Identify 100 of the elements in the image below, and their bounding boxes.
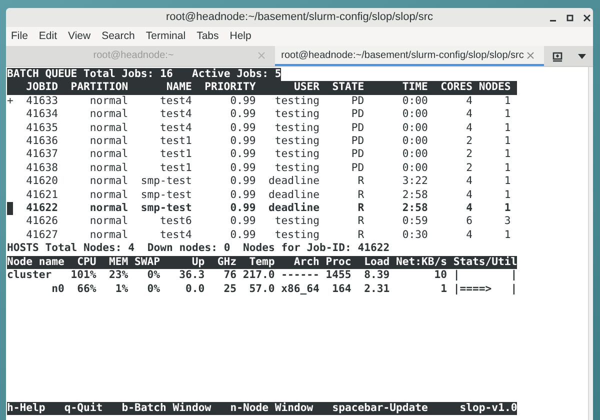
table-cell-text: 1 (503, 175, 511, 189)
table-cell-text: testing (274, 135, 320, 148)
table-cell-text: normal (88, 188, 128, 202)
column-header: JOBID (25, 81, 58, 95)
menu-item[interactable]: Tabs (192, 28, 223, 44)
tab-label: root@headnode:~/basement/slurm-config/slop/slop/src (281, 48, 524, 62)
column-header: SWAP (134, 256, 160, 270)
table-cell-text: normal (88, 175, 128, 189)
table-cell-text: 0:00 (401, 94, 428, 108)
column-header: CORES (440, 81, 473, 95)
table-cell-text: 8.39 (363, 269, 390, 282)
table-cell-text: 0.99 (229, 162, 256, 176)
table-cell-text: 0.99 (229, 215, 256, 229)
table-cell-text: 1 (503, 202, 511, 216)
table-cell-text: 0:00 (401, 135, 428, 148)
table-cell-text: smp-test (140, 202, 192, 216)
tab[interactable]: root@headnode:~/basement/slurm-config/slop/slop/src (275, 46, 544, 66)
table-cell-text: 2 (465, 135, 473, 148)
table-cell-text: 41634 (25, 108, 58, 122)
table-cell-text: 41633 (25, 94, 58, 108)
tab-label: root@headnode:~ (93, 48, 174, 62)
table-cell-text: n0 (50, 282, 64, 296)
table-cell-text: 10 (433, 269, 447, 282)
table-cell-text: 4 (465, 94, 473, 108)
table-cell-text: 1 (503, 94, 511, 108)
table-cell-text: 0.99 (229, 228, 256, 242)
table-cell-text: | | (452, 269, 518, 282)
table-cell-text: 41635 (25, 122, 58, 136)
column-header: Net:KB/s (394, 256, 447, 270)
menu-item[interactable]: Help (226, 28, 256, 44)
table-cell-text: 0.0 (184, 282, 205, 296)
table-cell-text: deadline (267, 175, 320, 189)
table-cell-text: 0.99 (229, 188, 256, 202)
table-cell-text: 1 (503, 228, 511, 242)
table-cell-text: 0:00 (401, 162, 428, 176)
table-cell-text: 1 (503, 135, 511, 148)
close-icon[interactable] (583, 14, 591, 22)
table-cell-text: 41637 (25, 148, 58, 162)
table-cell-text: deadline (267, 202, 320, 216)
table-cell-text: 2 (465, 162, 473, 176)
table-cell-text: 23% (108, 269, 128, 282)
table-cell-text: PD (350, 162, 364, 176)
table-cell-text: 66% (76, 282, 96, 296)
menu-item[interactable]: Search (98, 28, 139, 44)
table-cell-text: 4 (465, 188, 473, 202)
table-cell-text: testing (274, 228, 320, 242)
table-cell-text: test6 (159, 215, 192, 229)
table-cell-text: test4 (159, 108, 192, 122)
table-cell-text: normal (88, 122, 128, 136)
column-header: NAME (165, 81, 192, 95)
table-cell-text: deadline (267, 188, 320, 202)
column-header: TIME (401, 81, 428, 95)
table-cell-text: 1 (503, 108, 511, 122)
column-header: GHz (216, 256, 237, 270)
key-hint: n-Node Window (230, 402, 314, 415)
scrollbar[interactable] (588, 67, 593, 420)
menu-item[interactable]: Terminal (142, 28, 190, 44)
table-cell-text: 0.99 (229, 135, 256, 148)
table-cell-text: 0% (146, 282, 160, 296)
table-cell-text: normal (88, 162, 128, 176)
table-cell-text: test4 (159, 122, 192, 136)
table-cell-text: 4 (465, 175, 473, 189)
table-cell-text: normal (88, 215, 128, 229)
table-cell-text: testing (274, 148, 320, 162)
table-cell-text: 0.99 (229, 108, 256, 122)
close-tab-icon[interactable] (527, 52, 534, 59)
maximize-icon[interactable] (566, 14, 574, 22)
table-cell-text: 36.3 (178, 269, 205, 282)
cursor-block (7, 202, 14, 216)
table-cell-text: 1 (503, 188, 511, 202)
key-hint: b-Batch Window (122, 402, 212, 415)
table-cell-text: 6 (465, 215, 473, 229)
table-cell-text: 0% (146, 269, 160, 282)
window-title: root@headnode:~/basement/slurm-config/slop/slop/src (166, 10, 434, 26)
table-cell-text: normal (88, 148, 128, 162)
table-cell-text: R (356, 215, 364, 229)
menu-item[interactable]: File (7, 28, 32, 44)
table-cell-text: normal (88, 202, 128, 216)
table-cell-text: PD (350, 94, 364, 108)
table-cell-text: 0.99 (229, 122, 256, 136)
table-cell-text: 1 (503, 162, 511, 176)
table-cell-text: testing (274, 162, 320, 176)
new-tab-icon[interactable] (552, 50, 562, 62)
table-cell-text: 41626 (25, 215, 58, 229)
table-cell-text: R (356, 175, 364, 189)
table-cell-text: PD (350, 122, 364, 136)
table-cell-text: 4 (465, 228, 473, 242)
menu-item[interactable]: Edit (34, 28, 62, 44)
row-marker: + (7, 94, 14, 108)
table-cell-text: normal (88, 108, 128, 122)
menu-item[interactable]: View (64, 28, 95, 44)
table-cell-text: 0.99 (229, 148, 256, 162)
table-cell-text: 2:58 (401, 188, 428, 202)
table-cell-text: PD (350, 148, 364, 162)
table-cell-text: test1 (159, 148, 192, 162)
key-hint: spacebar-Update (332, 402, 429, 415)
dropdown-icon[interactable] (578, 54, 586, 58)
table-cell-text: normal (88, 228, 128, 242)
table-cell-text: testing (274, 108, 320, 122)
table-cell-text: test1 (159, 135, 192, 148)
